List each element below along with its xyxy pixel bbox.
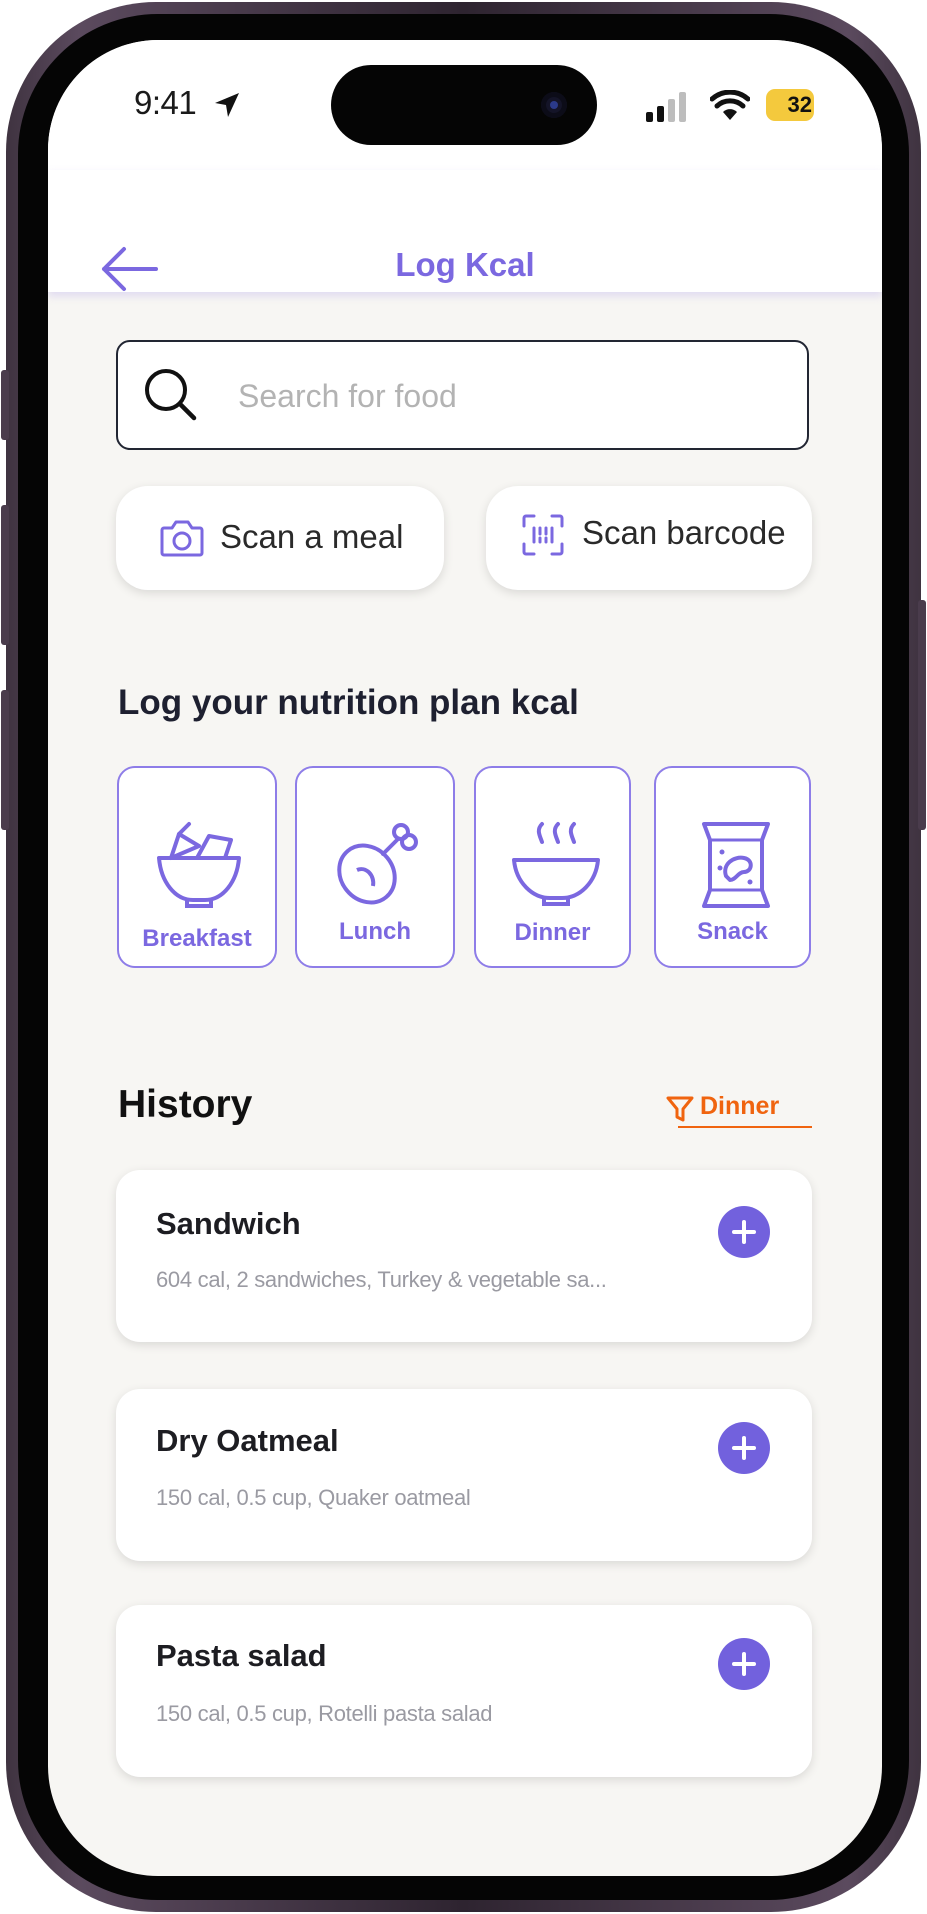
- history-item-description: 150 cal, 0.5 cup, Quaker oatmeal: [156, 1485, 471, 1510]
- top-app-bar: Log Kcal: [48, 170, 882, 292]
- scan-meal-label: Scan a meal: [220, 518, 404, 555]
- meal-lunch-label: Lunch: [339, 918, 411, 945]
- history-item-description: 150 cal, 0.5 cup, Rotelli pasta salad: [156, 1701, 493, 1726]
- meal-dinner-label: Dinner: [514, 919, 591, 946]
- drumstick-icon: [337, 823, 418, 905]
- wifi-icon: [710, 90, 750, 120]
- nutrition-plan-heading: Log your nutrition plan kcal: [118, 683, 579, 722]
- history-filter-label: Dinner: [700, 1092, 780, 1120]
- status-time: 9:41: [134, 84, 197, 121]
- action-button: [1, 370, 9, 440]
- search-icon: [145, 369, 197, 421]
- history-item[interactable]: Dry Oatmeal 150 cal, 0.5 cup, Quaker oat…: [116, 1389, 812, 1561]
- scan-meal-button[interactable]: Scan a meal: [116, 486, 444, 590]
- history-item[interactable]: Pasta salad 150 cal, 0.5 cup, Rotelli pa…: [116, 1605, 812, 1777]
- front-camera: [541, 92, 567, 118]
- meal-snack-label: Snack: [697, 918, 768, 945]
- dynamic-island: [331, 65, 597, 145]
- search-bar[interactable]: [116, 340, 809, 450]
- search-input[interactable]: [238, 368, 778, 424]
- filter-underline: [678, 1126, 812, 1128]
- add-item-button[interactable]: [718, 1206, 770, 1258]
- history-item-name: Pasta salad: [156, 1638, 327, 1673]
- history-item-description: 604 cal, 2 sandwiches, Turkey & vegetabl…: [156, 1267, 607, 1292]
- battery-icon: 32: [766, 89, 814, 121]
- filter-icon: [666, 1096, 694, 1122]
- app-screen: 9:41 32 Log Kcal Search for food Scan a …: [48, 40, 882, 1876]
- add-item-button[interactable]: [718, 1422, 770, 1474]
- power-button: [918, 600, 926, 830]
- status-bar: 9:41 32: [48, 40, 882, 170]
- meal-dinner-button[interactable]: Dinner: [474, 766, 631, 968]
- camera-icon: [160, 520, 204, 557]
- history-heading: History: [118, 1083, 253, 1126]
- history-item-name: Sandwich: [156, 1206, 301, 1241]
- battery-level: 32: [787, 92, 812, 117]
- scan-barcode-button[interactable]: Scan barcode: [486, 486, 812, 590]
- chips-bag-icon: [702, 822, 770, 908]
- meal-snack-button[interactable]: Snack: [654, 766, 811, 968]
- history-item-name: Dry Oatmeal: [156, 1423, 339, 1458]
- history-item[interactable]: Sandwich 604 cal, 2 sandwiches, Turkey &…: [116, 1170, 812, 1342]
- page-title: Log Kcal: [395, 246, 535, 283]
- soup-bowl-icon: [512, 822, 600, 906]
- history-filter-button[interactable]: Dinner: [666, 1092, 812, 1128]
- salad-bowl-icon: [157, 822, 241, 908]
- volume-up-button: [1, 505, 9, 645]
- meal-breakfast-button[interactable]: Breakfast: [117, 766, 277, 968]
- add-item-button[interactable]: [718, 1638, 770, 1690]
- barcode-scan-icon: [522, 514, 564, 556]
- meal-lunch-button[interactable]: Lunch: [295, 766, 455, 968]
- location-arrow-icon: [215, 93, 239, 117]
- volume-down-button: [1, 690, 9, 830]
- cellular-signal-icon: [646, 92, 686, 122]
- scan-barcode-label: Scan barcode: [582, 514, 786, 551]
- meal-breakfast-label: Breakfast: [142, 925, 252, 952]
